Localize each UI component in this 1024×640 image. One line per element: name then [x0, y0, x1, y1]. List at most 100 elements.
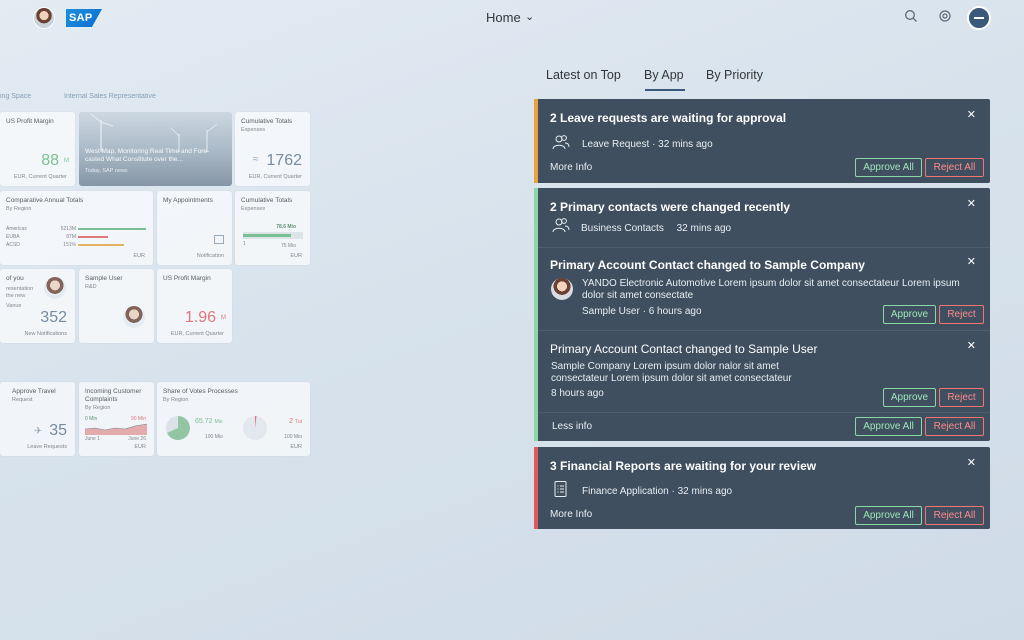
timestamp: 32 mins ago	[677, 486, 733, 497]
avatar	[551, 278, 573, 300]
approve-all-button[interactable]: Approve All	[855, 506, 922, 525]
item-body: YANDO Electronic Automotive Lorem ipsum …	[582, 278, 960, 301]
notification-group-contacts[interactable]: 2 Primary contacts were changed recently…	[534, 188, 990, 441]
tile-title: US Profit Margin	[163, 275, 211, 282]
more-info-link[interactable]: More Info	[550, 509, 592, 520]
close-icon[interactable]: ✕	[967, 456, 976, 469]
user-name: Sample User	[582, 306, 640, 317]
notification-meta: Finance Application · 32 mins ago	[582, 486, 733, 497]
notification-group-reports[interactable]: 3 Financial Reports are waiting for your…	[534, 447, 990, 529]
tile-title: Sample User	[85, 275, 123, 282]
reject-button[interactable]: Reject	[939, 305, 984, 324]
search-icon[interactable]	[902, 9, 920, 27]
tile-value: 1.96	[184, 309, 216, 326]
tile-title: Incoming Customer Complaints	[85, 388, 142, 403]
tile-approve-travel[interactable]: Approve Travel Request ✈ 35 Leave Reques…	[0, 382, 75, 456]
tile-value: 35	[49, 422, 67, 439]
reject-button[interactable]: Reject	[939, 388, 984, 407]
news-headline: West Map, Monitoring Real Time and Fore-…	[85, 148, 210, 163]
tile-subtitle: By Region	[85, 405, 111, 411]
tile-us-profit-margin[interactable]: US Profit Margin 88 M EUR, Current Quart…	[0, 112, 75, 186]
tile-subtitle: Expenses	[241, 206, 266, 212]
notification-group-leave[interactable]: 2 Leave requests are waiting for approva…	[534, 99, 990, 183]
min-label: 1	[243, 241, 246, 247]
tile-sample-user[interactable]: Sample User R&D	[79, 269, 154, 343]
trend-icon: ≈	[253, 154, 259, 165]
donut-1-sub: 100 Mio	[205, 434, 223, 440]
wind-turbine-image	[90, 113, 218, 152]
app-name: Business Contacts	[581, 223, 664, 234]
tile-cumulative-totals[interactable]: Cumulative Totals Expenses ≈ 1762 EUR, C…	[235, 112, 310, 186]
reject-all-button[interactable]: Reject All	[925, 158, 984, 177]
tile-cumulative-totals-2[interactable]: Cumulative Totals Expenses 78.6 Mio 1 75…	[235, 191, 310, 265]
group-label[interactable]: ing Space	[0, 93, 31, 100]
tile-footer: New Notifications	[24, 331, 68, 337]
group-label[interactable]: Internal Sales Representative	[64, 93, 156, 100]
tab-by-app[interactable]: By App	[644, 68, 684, 82]
bar-acsd	[78, 244, 124, 246]
document-list-icon	[554, 481, 567, 497]
tile-news[interactable]: West Map, Monitoring Real Time and Fore-…	[79, 112, 232, 186]
reject-all-button[interactable]: Reject All	[925, 506, 984, 525]
tile-title: US Profit Margin	[6, 118, 54, 125]
bullet-bar	[243, 234, 291, 237]
donut-2-value: 2 Tut	[289, 418, 302, 425]
tile-comparative-annual-totals[interactable]: Comparative Annual Totals By Region Amer…	[0, 191, 153, 265]
row-value: 5213M	[60, 226, 76, 232]
approve-all-button[interactable]: Approve All	[855, 417, 922, 436]
tile-subtitle: Expenses	[241, 127, 266, 133]
close-icon[interactable]: ✕	[967, 108, 976, 121]
notification-title: 3 Financial Reports are waiting for your…	[550, 459, 817, 473]
reject-all-button[interactable]: Reject All	[925, 417, 984, 436]
item-title: Primary Account Contact changed to Sampl…	[550, 258, 865, 272]
tile-incoming-complaints[interactable]: Incoming Customer Complaints By Region 0…	[79, 382, 154, 456]
divider	[538, 330, 990, 331]
less-info-link[interactable]: Less info	[552, 421, 592, 432]
airplane-icon: ✈	[34, 426, 43, 437]
tile-subtitle: By Region	[6, 206, 32, 212]
tile-notifications[interactable]: of you resentation the new Vanue 352 New…	[0, 269, 75, 343]
divider	[538, 412, 990, 413]
tile-my-appointments[interactable]: My Appointments Notification	[157, 191, 232, 265]
approve-all-button[interactable]: Approve All	[855, 158, 922, 177]
tile-footer: EUR	[290, 444, 302, 450]
tab-by-priority[interactable]: By Priority	[706, 68, 763, 82]
close-icon[interactable]: ✕	[967, 255, 976, 268]
tile-subtitle: By Region	[163, 397, 189, 403]
tile-footer: Leave Requests	[27, 444, 67, 450]
tile-footer: EUR	[134, 444, 146, 450]
close-icon[interactable]: ✕	[967, 197, 976, 210]
people-icon	[552, 218, 570, 233]
tile-share-of-votes[interactable]: Share of Votes Processes By Region 65.72…	[157, 382, 310, 456]
approve-button[interactable]: Approve	[883, 305, 936, 324]
close-icon[interactable]: ✕	[967, 339, 976, 352]
more-info-link[interactable]: More Info	[550, 162, 592, 173]
me-area-button[interactable]	[967, 6, 991, 30]
tile-title: My Appointments	[163, 197, 213, 204]
donut-1-value: 65.72 Mio	[195, 418, 223, 425]
tile-value: 352	[40, 309, 67, 326]
page-title[interactable]: Home	[486, 10, 521, 25]
row-label: Americas	[6, 226, 27, 232]
tab-latest-on-top[interactable]: Latest on Top	[546, 68, 621, 82]
priority-indicator	[534, 188, 538, 441]
tile-footer: EUR, Current Quarter	[248, 174, 302, 180]
tile-footer: EUR	[133, 253, 145, 259]
area-chart	[85, 423, 147, 435]
tile-value: 1762	[266, 152, 302, 169]
axis-max: 90 Min	[130, 416, 146, 422]
tile-title: Approve Travel	[12, 388, 56, 395]
axis-start: June 1	[85, 436, 101, 442]
axis-end: June 26	[128, 436, 146, 442]
timestamp: 32 mins ago	[658, 139, 713, 150]
tile-footer: EUR	[290, 253, 302, 259]
item-title: Primary Account Contact changed to Sampl…	[550, 342, 818, 356]
chevron-down-icon[interactable]: ⌄	[525, 10, 534, 23]
approve-button[interactable]: Approve	[883, 388, 936, 407]
calendar-icon	[214, 235, 224, 244]
launchpad: ing Space Internal Sales Representative …	[0, 0, 320, 640]
max-label: 75 Mio	[280, 243, 296, 249]
co-pilot-icon[interactable]	[936, 9, 954, 27]
tile-us-profit-margin-2[interactable]: US Profit Margin 1.96 M EUR, Current Qua…	[157, 269, 232, 343]
donut-chart-1	[166, 416, 190, 440]
